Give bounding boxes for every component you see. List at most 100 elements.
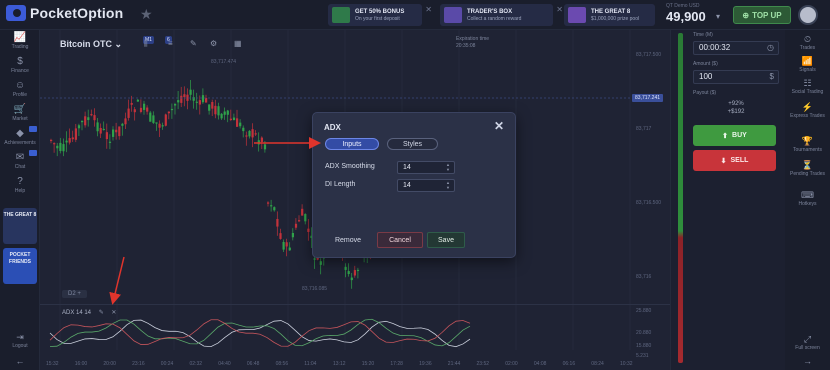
y-axis-label: 25.880: [636, 308, 652, 314]
remove-indicator-icon[interactable]: ✕: [111, 310, 116, 316]
promo-great8-subtitle: $1,000,000 prize pool: [591, 15, 640, 22]
arrow-left-icon[interactable]: ←: [0, 356, 40, 366]
sidebar-item-help[interactable]: ? Help: [0, 176, 40, 195]
candle-body: [350, 277, 353, 281]
sidebar-item-market[interactable]: 🛒 Market: [0, 104, 40, 123]
nav-label: Signals: [799, 67, 816, 73]
x-axis-label: 02:00: [505, 361, 518, 367]
candle-body: [105, 132, 108, 140]
time-input[interactable]: 00:00:32 ◷: [693, 41, 779, 55]
promo-traders-box[interactable]: TRADER'S BOX Collect a random reward ✕: [440, 4, 563, 26]
logo[interactable]: PocketOption: [6, 5, 123, 21]
nav-signals[interactable]: 📶 Signals: [785, 56, 830, 73]
clock-icon[interactable]: ◷: [767, 42, 774, 54]
candle-body: [205, 97, 208, 103]
candle-body: [65, 140, 68, 143]
tab-styles[interactable]: Styles: [387, 138, 438, 150]
nav-trades[interactable]: ⏲ Trades: [785, 34, 830, 51]
payout-value: +$192: [727, 109, 745, 115]
candle-body: [208, 104, 211, 111]
y-axis-label: 5.231: [636, 353, 649, 359]
pending-trades-icon: ⏳: [801, 160, 814, 170]
nav-tournaments[interactable]: 🏆 Tournaments: [785, 136, 830, 153]
nav-social-trading[interactable]: ☷ Social Trading: [785, 78, 830, 95]
right-nav: ⏲ Trades 📶 Signals ☷ Social Trading ⚡ Ex…: [785, 30, 830, 370]
candle-body: [121, 123, 124, 126]
candle-body: [229, 118, 232, 121]
avatar[interactable]: [798, 5, 818, 25]
candle-body: [195, 101, 198, 103]
candle-body: [115, 129, 118, 133]
top-up-button[interactable]: ⊕ TOP UP: [733, 6, 791, 24]
plus-icon: ⊕: [742, 10, 750, 20]
x-axis-label: 15:32: [46, 361, 59, 367]
sell-button[interactable]: ⬇ SELL: [693, 150, 776, 171]
close-icon[interactable]: ✕: [556, 5, 563, 14]
sidebar-item-chat[interactable]: ✉ Chat: [0, 150, 40, 171]
candle-body: [96, 122, 99, 132]
x-axis-label: 08:56: [275, 361, 289, 367]
adx-smoothing-input[interactable]: 14 ▲ ▼: [397, 161, 455, 174]
close-icon[interactable]: ✕: [494, 120, 504, 132]
promo-great8-title: THE GREAT 8: [591, 8, 631, 15]
candle-body: [158, 123, 161, 128]
zoom-tag-label: D2: [68, 291, 76, 297]
buy-button[interactable]: ⬆ BUY: [693, 125, 776, 146]
remove-button[interactable]: Remove: [325, 232, 371, 248]
sidebar-item-finance[interactable]: $ Finance: [0, 56, 40, 75]
di-length-input[interactable]: 14 ▲ ▼: [397, 179, 455, 192]
candle-body: [251, 129, 254, 138]
amount-input[interactable]: 100 $: [693, 70, 779, 84]
candle-body: [211, 102, 214, 109]
nav-express-trades[interactable]: ⚡ Express Trades: [785, 102, 830, 119]
asset-selector[interactable]: Bitcoin OTC ⌄: [60, 39, 122, 50]
candle-body: [220, 113, 223, 119]
chevron-down-icon[interactable]: ▾: [716, 12, 720, 21]
settings-icon[interactable]: ⚙: [210, 39, 217, 48]
currency-icon[interactable]: $: [770, 71, 774, 83]
sidebar-item-profile[interactable]: ☺ Profile: [0, 80, 40, 99]
promo-box-title: TRADER'S BOX: [467, 8, 513, 15]
pocket-friends-card[interactable]: POCKET FRIENDS: [3, 248, 37, 284]
account-balance[interactable]: QT Demo USD 49,900 ▾: [666, 3, 720, 24]
adx-settings-dialog: ADX ✕ Inputs Styles ADX Smoothing 14 ▲ ▼ …: [312, 112, 516, 258]
grid-layout-icon[interactable]: ▦: [234, 39, 242, 48]
tab-inputs[interactable]: Inputs: [325, 138, 379, 150]
promo-bonus[interactable]: GET 50% BONUS On your first deposit ✕: [328, 4, 432, 26]
favorite-star-icon[interactable]: ★: [140, 6, 153, 23]
sidebar-item-label: Achievements: [4, 140, 36, 146]
arrow-right-icon[interactable]: →: [785, 356, 830, 366]
sidebar-item-achievements[interactable]: ◆ Achievements: [0, 126, 40, 147]
x-axis-label: 10:32: [620, 361, 633, 367]
stepper-icon[interactable]: ▲ ▼: [446, 180, 450, 190]
promo-great8[interactable]: THE GREAT 8 $1,000,000 prize pool: [564, 4, 655, 26]
draw-icon[interactable]: ✎: [190, 39, 197, 48]
candle-body: [304, 214, 307, 222]
indicators-icon[interactable]: ≡: [168, 39, 173, 48]
x-axis-label: 04:08: [533, 361, 547, 367]
logout-button[interactable]: ⇥ Logout: [0, 332, 40, 349]
full-screen-button[interactable]: ⤢ Full screen: [785, 334, 830, 351]
candle-body: [294, 223, 298, 228]
nav-hotkeys[interactable]: ⌨ Hotkeys: [785, 190, 830, 207]
candle-body: [198, 100, 201, 105]
cancel-button[interactable]: Cancel: [377, 232, 423, 248]
edit-indicator-icon[interactable]: ✎: [99, 310, 104, 316]
sidebar-item-trading[interactable]: 📈 Trading: [0, 32, 40, 51]
candle-body: [127, 108, 130, 118]
close-icon[interactable]: ✕: [425, 5, 432, 14]
stepper-icon[interactable]: ▲ ▼: [446, 162, 450, 172]
x-axis-label: 13:12: [333, 361, 346, 367]
candles-icon[interactable]: ⫼: [144, 39, 148, 49]
nav-label: Social Trading: [791, 89, 824, 95]
x-axis-label: 08:24: [591, 361, 604, 367]
candle-body: [102, 128, 105, 131]
candle-body: [273, 207, 276, 211]
save-button[interactable]: Save: [427, 232, 465, 248]
great8-card[interactable]: THE GREAT 8: [3, 208, 37, 244]
candle-body: [257, 140, 260, 145]
nav-pending-trades[interactable]: ⏳ Pending Trades: [785, 160, 830, 177]
nav-label: Hotkeys: [798, 201, 817, 207]
candle-body: [239, 122, 242, 127]
zoom-tag[interactable]: D2 +: [62, 290, 87, 298]
